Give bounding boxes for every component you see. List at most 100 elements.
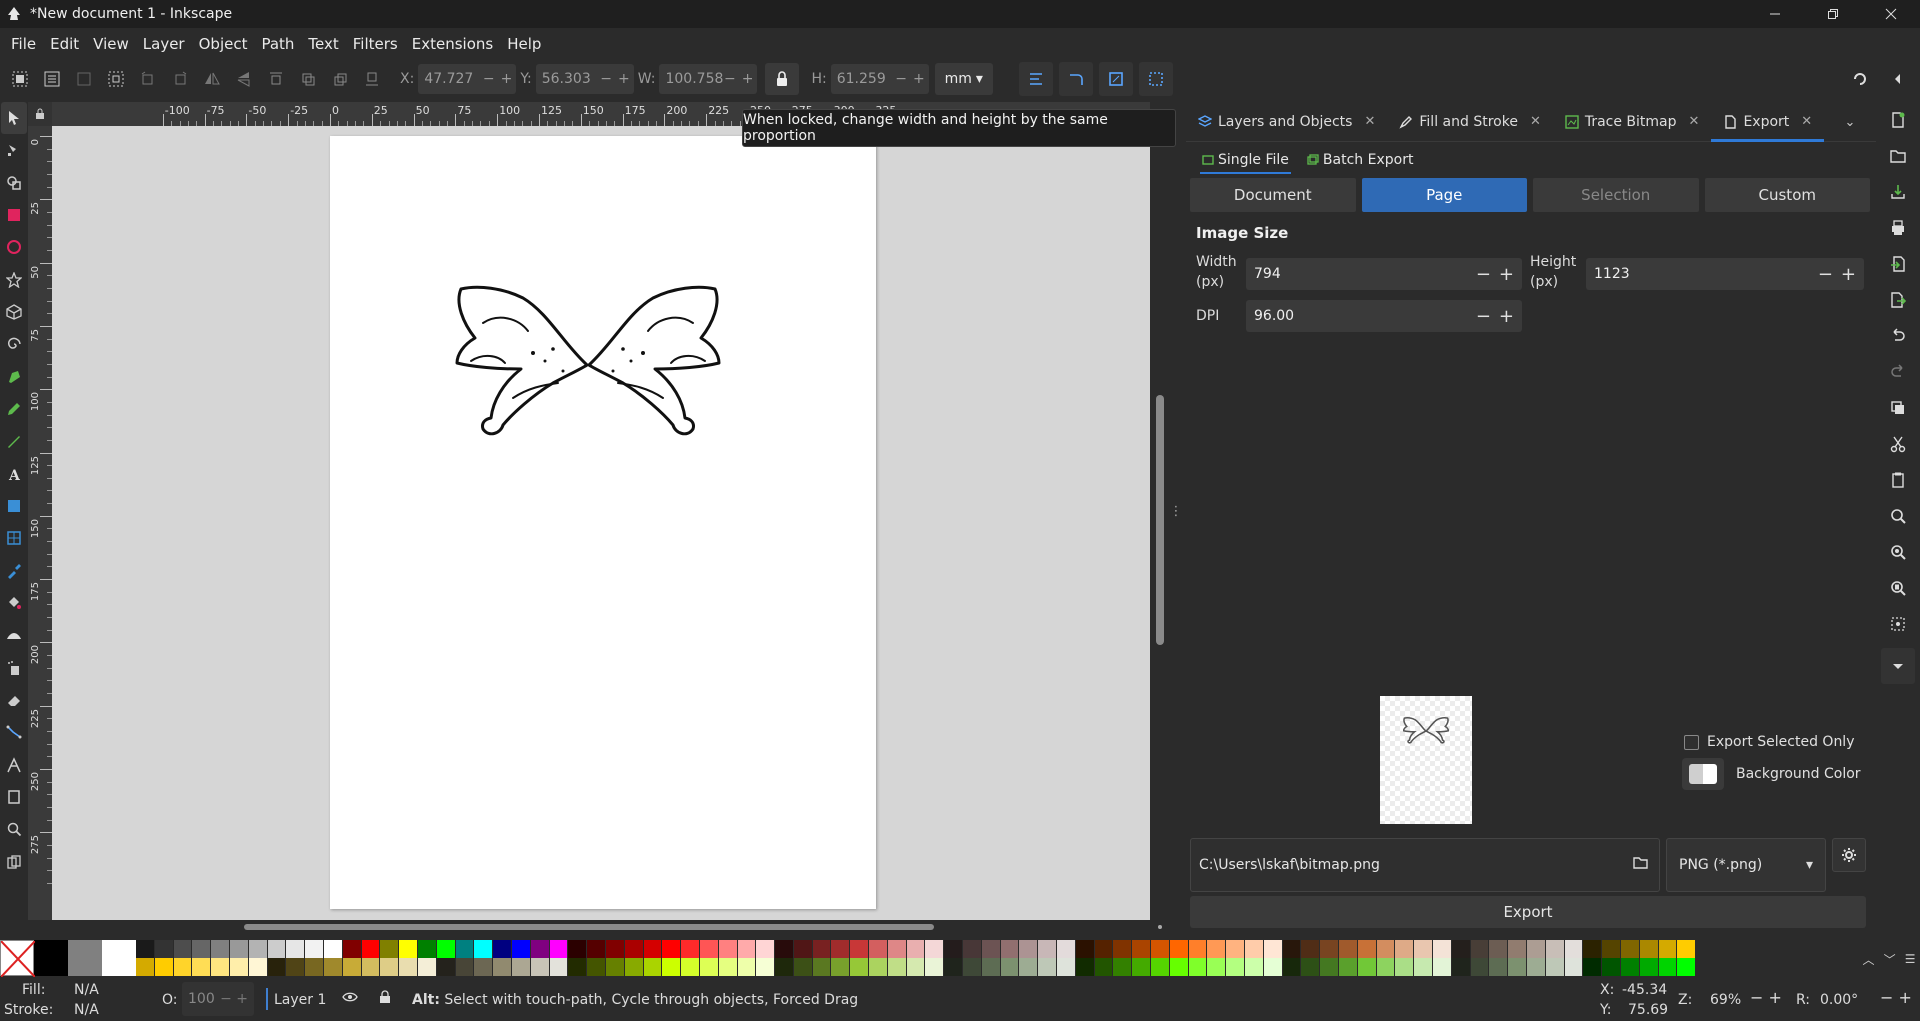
color-swatch[interactable] (906, 958, 926, 976)
color-swatch[interactable] (1339, 940, 1358, 958)
color-swatch[interactable] (1226, 958, 1246, 976)
menu-layer[interactable]: Layer (136, 28, 192, 60)
raise-button[interactable] (292, 64, 324, 94)
color-swatch[interactable] (192, 958, 212, 976)
connector-tool[interactable] (1, 716, 27, 748)
color-swatch[interactable] (1658, 958, 1678, 976)
color-swatch[interactable] (1508, 940, 1527, 958)
color-swatch[interactable] (511, 958, 531, 976)
rotation-value[interactable]: 0.00° (1820, 990, 1858, 1010)
color-swatch[interactable] (1113, 940, 1133, 958)
y-input[interactable]: 56.303− + (535, 64, 634, 94)
color-swatch[interactable] (812, 940, 832, 958)
color-swatch[interactable] (323, 958, 343, 976)
save-document-button[interactable] (1881, 174, 1915, 210)
color-swatch[interactable] (136, 958, 155, 976)
color-swatch[interactable] (211, 940, 230, 958)
color-swatch[interactable] (981, 958, 1001, 976)
color-swatch[interactable] (1282, 958, 1302, 976)
close-tab-icon[interactable]: ✕ (1689, 114, 1700, 129)
no-paint-swatch[interactable] (0, 940, 35, 977)
background-color-button[interactable] (1682, 758, 1724, 790)
color-swatch[interactable] (737, 940, 757, 958)
color-swatch[interactable] (944, 940, 964, 958)
current-layer[interactable]: Layer 1 (274, 990, 326, 1010)
color-swatch[interactable] (850, 940, 870, 958)
color-swatch[interactable] (474, 958, 494, 976)
deselect-button[interactable] (68, 64, 100, 94)
color-swatch[interactable] (474, 940, 494, 958)
palette-menu-button[interactable]: ☰ (1905, 952, 1916, 966)
w-increment-button[interactable]: + (742, 71, 754, 87)
color-swatch[interactable] (925, 958, 945, 976)
color-swatch[interactable] (34, 940, 68, 976)
color-swatch[interactable] (587, 958, 606, 976)
color-swatch[interactable] (1094, 940, 1114, 958)
color-swatch[interactable] (1075, 940, 1095, 958)
color-swatch[interactable] (493, 940, 512, 958)
gradient-tool[interactable] (1, 490, 27, 522)
flip-horizontal-button[interactable] (196, 64, 228, 94)
color-swatch[interactable] (323, 940, 343, 958)
color-swatch[interactable] (1301, 958, 1321, 976)
color-swatch[interactable] (681, 940, 700, 958)
spray-tool[interactable] (1, 652, 27, 684)
opacity-stepper[interactable]: − + (220, 991, 248, 1007)
color-swatch[interactable] (229, 958, 249, 976)
pen-tool[interactable] (1, 361, 27, 393)
tweak-tool[interactable] (1, 619, 27, 651)
node-tool[interactable] (1, 134, 27, 166)
color-swatch[interactable] (1508, 958, 1527, 976)
color-swatch[interactable] (229, 940, 249, 958)
butterfly-wings-drawing[interactable] (453, 283, 723, 446)
undo-button[interactable] (1881, 318, 1915, 354)
export-filename-input[interactable]: C:\Users\lskaf\bitmap.png (1190, 838, 1660, 892)
color-swatch[interactable] (756, 958, 776, 976)
select-all-layers-button[interactable] (36, 64, 68, 94)
color-swatch[interactable] (963, 940, 982, 958)
menu-extensions[interactable]: Extensions (405, 28, 500, 60)
color-swatch[interactable] (1414, 958, 1433, 976)
color-swatch[interactable] (944, 958, 964, 976)
color-swatch[interactable] (399, 958, 418, 976)
tab-fill-and-stroke[interactable]: Fill and Stroke ✕ (1387, 102, 1552, 142)
color-swatch[interactable] (906, 940, 926, 958)
color-swatch[interactable] (1075, 958, 1095, 976)
opacity-input[interactable]: 100 − + (182, 982, 254, 1016)
color-swatch[interactable] (154, 958, 174, 976)
lpe-tool[interactable] (1, 749, 27, 781)
y-increment-button[interactable]: + (618, 71, 630, 87)
color-swatch[interactable] (361, 958, 381, 976)
color-swatch[interactable] (869, 958, 888, 976)
color-swatch[interactable] (850, 958, 870, 976)
color-swatch[interactable] (1263, 940, 1283, 958)
x-input[interactable]: 47.727− + (418, 64, 517, 94)
color-swatch[interactable] (775, 940, 794, 958)
width-decrement-button[interactable]: − (1476, 264, 1491, 285)
color-swatch[interactable] (1000, 958, 1020, 976)
dropper-tool[interactable] (1, 555, 27, 587)
layer-lock-toggle[interactable] (378, 990, 392, 1010)
color-swatch[interactable] (417, 958, 437, 976)
color-swatch[interactable] (1583, 958, 1603, 976)
height-increment-button[interactable]: + (1841, 264, 1856, 285)
rotate-cw-button[interactable] (164, 64, 196, 94)
color-swatch[interactable] (831, 958, 851, 976)
close-tab-icon[interactable]: ✕ (1530, 114, 1541, 129)
cut-button[interactable] (1881, 426, 1915, 462)
star-tool[interactable] (1, 264, 27, 296)
3d-box-tool[interactable] (1, 296, 27, 328)
color-swatch[interactable] (1057, 958, 1076, 976)
color-swatch[interactable] (925, 940, 945, 958)
h-increment-button[interactable]: + (913, 71, 925, 87)
color-swatch[interactable] (963, 958, 982, 976)
eraser-tool[interactable] (1, 684, 27, 716)
color-swatch[interactable] (267, 940, 287, 958)
menu-help[interactable]: Help (500, 28, 548, 60)
color-swatch[interactable] (812, 958, 832, 976)
color-swatch[interactable] (1226, 940, 1246, 958)
height-decrement-button[interactable]: − (1818, 264, 1833, 285)
calligraphy-tool[interactable] (1, 425, 27, 457)
color-swatch[interactable] (1057, 940, 1076, 958)
color-swatch[interactable] (1339, 958, 1358, 976)
